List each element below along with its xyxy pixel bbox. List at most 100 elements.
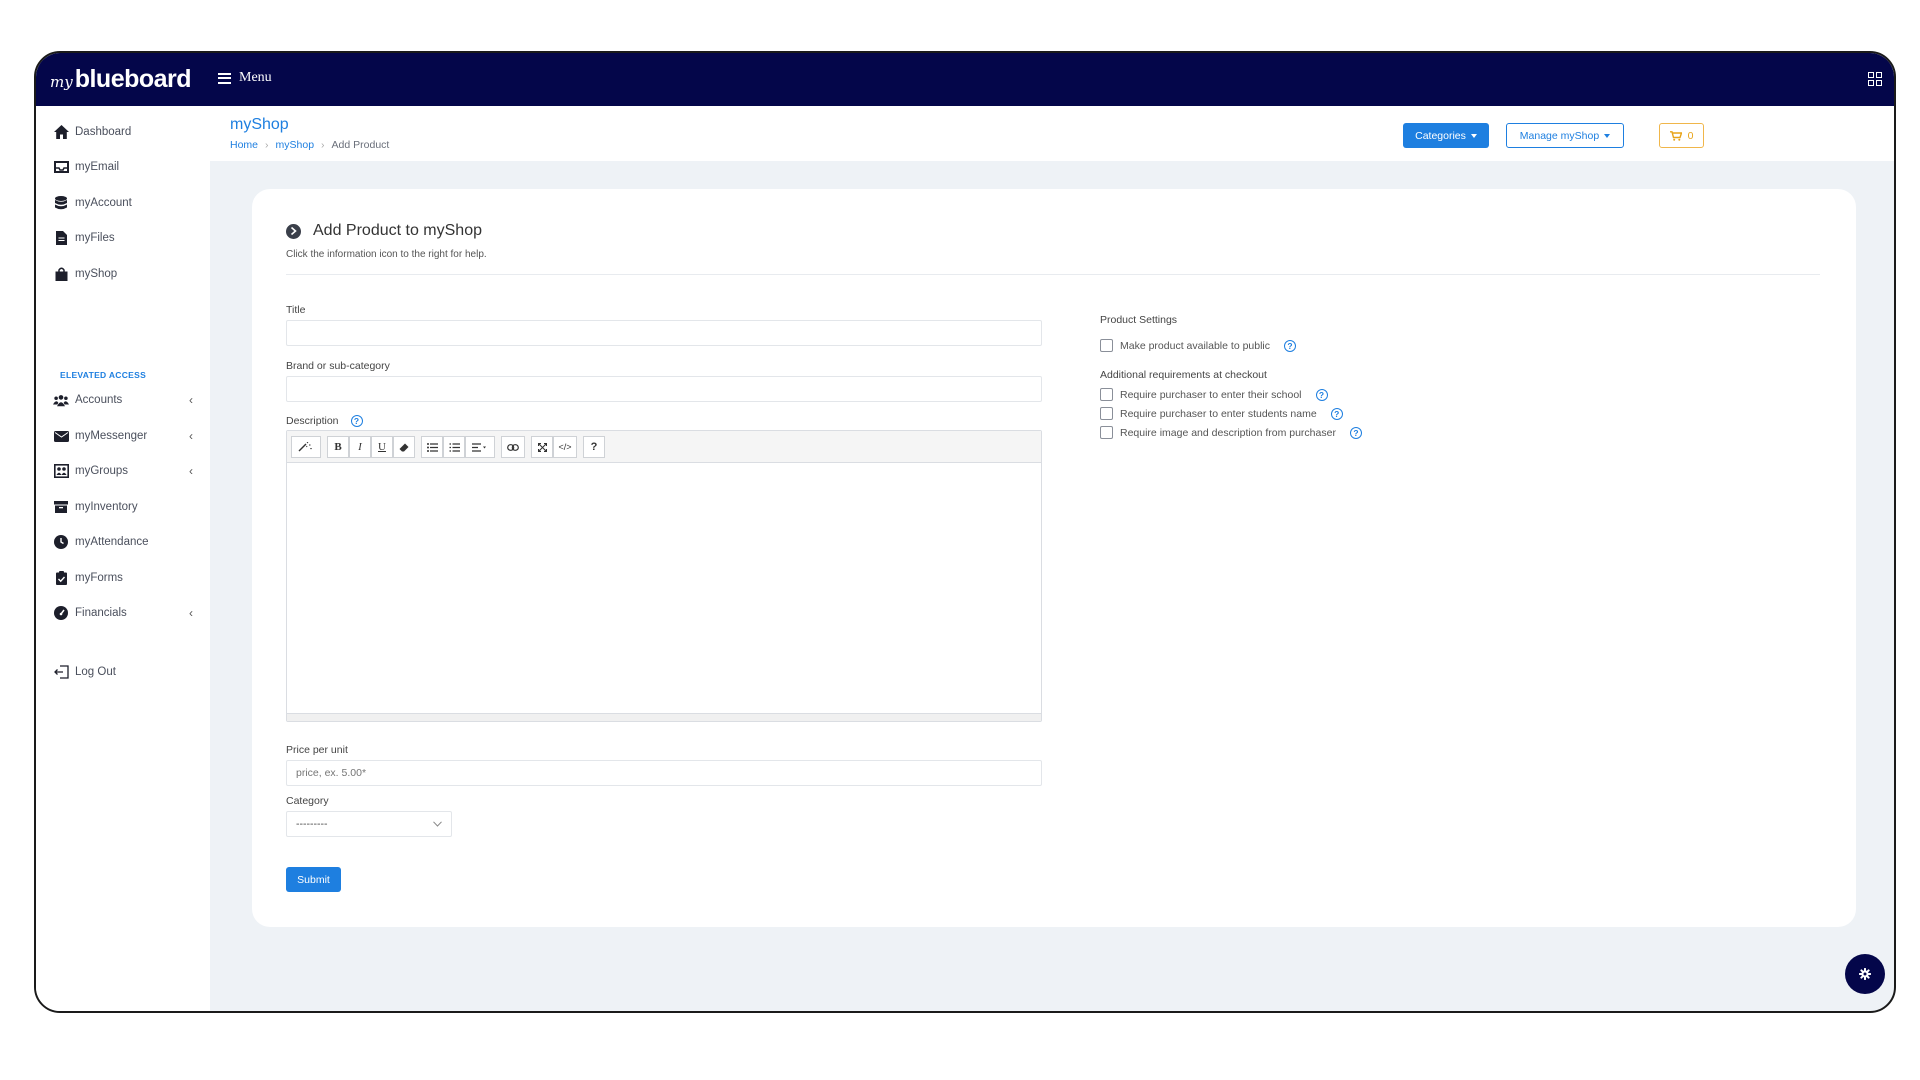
brand-prefix: my: [50, 73, 73, 91]
add-product-card: Add Product to myShop Click the informat…: [252, 189, 1856, 927]
brand-logo[interactable]: my blueboard: [50, 65, 192, 94]
sidebar-item-label: myAttendance: [75, 536, 149, 548]
sidebar-item-financials[interactable]: Financials ‹: [53, 603, 193, 623]
form-heading: Add Product to myShop: [286, 222, 482, 240]
title-input[interactable]: [286, 320, 1042, 346]
clock-icon: [53, 534, 69, 550]
app-window: my blueboard Menu Dashboard myEmail myAc…: [34, 51, 1896, 1013]
list-number-icon: [449, 442, 460, 452]
code-view-button[interactable]: </>: [553, 436, 577, 458]
sidebar-item-label: myFiles: [75, 232, 115, 244]
clear-format-button[interactable]: [393, 436, 415, 458]
require-image-row: Require image and description from purch…: [1100, 426, 1362, 439]
sidebar-item-myshop[interactable]: myShop: [53, 264, 193, 284]
chevron-left-icon: ‹: [189, 606, 193, 620]
breadcrumb-myshop[interactable]: myShop: [276, 139, 315, 151]
bold-button[interactable]: B: [327, 436, 349, 458]
help-icon[interactable]: ?: [1315, 388, 1328, 401]
link-button[interactable]: [501, 436, 525, 458]
magic-wand-icon: [298, 442, 312, 452]
archive-icon: [53, 499, 69, 515]
inbox-icon: [53, 159, 69, 175]
page-header: myShop Home › myShop › Add Product: [210, 106, 1894, 161]
category-select[interactable]: ---------: [286, 811, 452, 837]
categories-dropdown-button[interactable]: Categories: [1403, 123, 1489, 148]
fullscreen-button[interactable]: [531, 436, 553, 458]
sidebar-item-label: myForms: [75, 572, 123, 584]
gear-icon: [1859, 968, 1871, 980]
logout-link[interactable]: Log Out: [53, 662, 193, 682]
help-icon[interactable]: ?: [1284, 339, 1297, 352]
require-school-label: Require purchaser to enter their school: [1120, 388, 1302, 401]
file-icon: [53, 230, 69, 246]
unordered-list-button[interactable]: [421, 436, 443, 458]
editor-toolbar: B I U </> ?: [287, 431, 1041, 463]
help-icon[interactable]: ?: [1330, 407, 1343, 420]
chevron-down-icon: [433, 821, 442, 827]
require-school-checkbox[interactable]: [1100, 388, 1113, 401]
breadcrumb-home[interactable]: Home: [230, 139, 258, 151]
submit-button[interactable]: Submit: [286, 867, 341, 892]
sidebar: Dashboard myEmail myAccount myFiles mySh…: [36, 106, 210, 1011]
ordered-list-button[interactable]: [443, 436, 465, 458]
sidebar-item-accounts[interactable]: Accounts ‹: [53, 390, 193, 410]
sidebar-item-mymessenger[interactable]: myMessenger ‹: [53, 426, 193, 446]
cart-button[interactable]: 0: [1659, 123, 1704, 148]
style-magic-button[interactable]: [291, 436, 321, 458]
apps-grid-icon[interactable]: [1868, 72, 1882, 86]
brand-label: Brand or sub-category: [286, 360, 390, 372]
sidebar-item-myemail[interactable]: myEmail: [53, 157, 193, 177]
editor-resize-bar[interactable]: [287, 713, 1041, 721]
menu-button[interactable]: Menu: [218, 70, 272, 86]
page-title: myShop: [230, 116, 289, 133]
require-image-checkbox[interactable]: [1100, 426, 1113, 439]
sidebar-item-dashboard[interactable]: Dashboard: [53, 122, 193, 142]
help-icon[interactable]: ?: [1349, 426, 1362, 439]
breadcrumb-separator: ›: [265, 139, 269, 151]
logout-label: Log Out: [75, 666, 116, 678]
description-textarea[interactable]: [287, 463, 1041, 713]
eraser-icon: [399, 443, 409, 451]
clipboard-check-icon: [53, 570, 69, 586]
italic-button[interactable]: I: [349, 436, 371, 458]
sidebar-item-label: Accounts: [75, 394, 123, 406]
breadcrumb-separator: ›: [321, 139, 325, 151]
require-student-name-checkbox[interactable]: [1100, 407, 1113, 420]
manage-label: Manage myShop: [1519, 129, 1600, 142]
checkout-requirements-heading: Additional requirements at checkout: [1100, 369, 1267, 381]
brand-input[interactable]: [286, 376, 1042, 402]
public-option-row: Make product available to public ?: [1100, 339, 1297, 352]
sidebar-item-myaccount[interactable]: myAccount: [53, 193, 193, 213]
underline-button[interactable]: U: [371, 436, 393, 458]
public-checkbox[interactable]: [1100, 339, 1113, 352]
description-label-row: Description ?: [286, 415, 363, 427]
settings-fab-button[interactable]: [1845, 954, 1885, 994]
sidebar-item-myforms[interactable]: myForms: [53, 568, 193, 588]
chevron-left-icon: ‹: [189, 464, 193, 478]
sidebar-item-label: Dashboard: [75, 126, 132, 138]
users-icon: [53, 392, 69, 408]
sidebar-item-myattendance[interactable]: myAttendance: [53, 532, 193, 552]
menu-label: Menu: [239, 70, 272, 85]
cart-icon: [1669, 130, 1682, 141]
help-icon[interactable]: ?: [350, 415, 363, 427]
require-school-row: Require purchaser to enter their school …: [1100, 388, 1328, 401]
price-input[interactable]: [286, 760, 1042, 786]
sidebar-item-myinventory[interactable]: myInventory: [53, 497, 193, 517]
chevron-left-icon: ‹: [189, 393, 193, 407]
manage-myshop-dropdown-button[interactable]: Manage myShop: [1506, 123, 1624, 148]
sidebar-item-mygroups[interactable]: myGroups ‹: [53, 461, 193, 481]
sidebar-item-label: myEmail: [75, 161, 120, 173]
editor-help-button[interactable]: ?: [583, 436, 605, 458]
caret-down-icon: [1604, 133, 1611, 138]
align-left-icon: [472, 442, 486, 452]
breadcrumb-current: Add Product: [331, 139, 390, 151]
category-label: Category: [286, 795, 329, 807]
list-bullet-icon: [426, 442, 438, 452]
description-editor: B I U </> ?: [286, 430, 1042, 722]
require-image-label: Require image and description from purch…: [1120, 426, 1336, 439]
title-label: Title: [286, 304, 306, 316]
sidebar-item-myfiles[interactable]: myFiles: [53, 228, 193, 248]
price-label: Price per unit: [286, 744, 348, 756]
paragraph-align-button[interactable]: [465, 436, 495, 458]
